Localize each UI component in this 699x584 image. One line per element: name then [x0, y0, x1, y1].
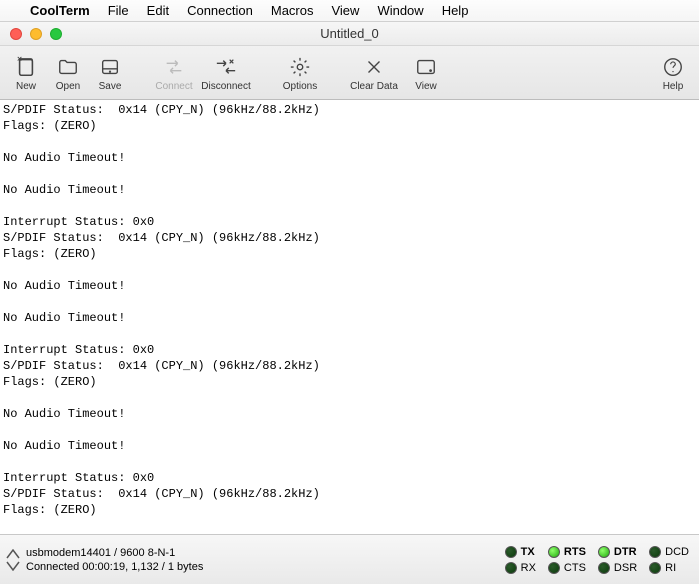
disconnect-label: Disconnect: [201, 81, 250, 92]
connect-icon: [162, 53, 186, 81]
signal-label-ri: RI: [665, 562, 676, 574]
signal-dsr: DSR: [598, 562, 637, 574]
menu-view[interactable]: View: [331, 3, 359, 18]
led-ri: [649, 562, 661, 574]
led-dtr: [598, 546, 610, 558]
signal-ri: RI: [649, 562, 689, 574]
led-dcd: [649, 546, 661, 558]
disk-icon: [99, 53, 121, 81]
window-title: Untitled_0: [320, 26, 379, 41]
help-icon: [662, 53, 684, 81]
signal-dtr: DTR: [598, 546, 637, 558]
menu-file[interactable]: File: [108, 3, 129, 18]
signal-label-dcd: DCD: [665, 546, 689, 558]
options-button[interactable]: Options: [280, 48, 320, 98]
signal-indicators: TX RTS DTR DCD RX CTS DSR RI: [505, 546, 689, 574]
view-button[interactable]: View: [406, 48, 446, 98]
menu-macros[interactable]: Macros: [271, 3, 314, 18]
help-label: Help: [663, 81, 684, 92]
signal-dcd: DCD: [649, 546, 689, 558]
signal-label-rts: RTS: [564, 546, 586, 558]
signal-label-tx: TX: [521, 546, 535, 558]
signal-label-dsr: DSR: [614, 562, 637, 574]
gear-icon: [289, 53, 311, 81]
connect-button[interactable]: Connect: [154, 48, 194, 98]
folder-icon: [57, 53, 79, 81]
new-file-icon: [15, 53, 37, 81]
clear-data-button[interactable]: Clear Data: [344, 48, 404, 98]
led-rx: [505, 562, 517, 574]
save-button[interactable]: Save: [90, 48, 130, 98]
view-label: View: [415, 81, 437, 92]
zoom-button[interactable]: [50, 28, 62, 40]
toolbar: New Open Save Connect Disconnect Options…: [0, 46, 699, 100]
signal-tx: TX: [505, 546, 536, 558]
led-dsr: [598, 562, 610, 574]
save-label: Save: [99, 81, 122, 92]
led-tx: [505, 546, 517, 558]
menu-help[interactable]: Help: [442, 3, 469, 18]
clear-icon: [363, 53, 385, 81]
disconnect-button[interactable]: Disconnect: [196, 48, 256, 98]
open-button[interactable]: Open: [48, 48, 88, 98]
view-icon: [414, 53, 438, 81]
minimize-button[interactable]: [30, 28, 42, 40]
menubar: CoolTerm File Edit Connection Macros Vie…: [0, 0, 699, 22]
open-label: Open: [56, 81, 80, 92]
disconnect-icon: [213, 53, 239, 81]
connect-label: Connect: [155, 81, 192, 92]
port-info: usbmodem14401 / 9600 8-N-1: [26, 547, 203, 559]
new-label: New: [16, 81, 36, 92]
connection-info: usbmodem14401 / 9600 8-N-1 Connected 00:…: [26, 547, 203, 573]
app-menu[interactable]: CoolTerm: [30, 3, 90, 18]
new-button[interactable]: New: [6, 48, 46, 98]
menu-edit[interactable]: Edit: [147, 3, 169, 18]
led-rts: [548, 546, 560, 558]
signal-rts: RTS: [548, 546, 586, 558]
menu-window[interactable]: Window: [377, 3, 423, 18]
menu-connection[interactable]: Connection: [187, 3, 253, 18]
help-button[interactable]: Help: [653, 48, 693, 98]
signal-label-dtr: DTR: [614, 546, 637, 558]
close-button[interactable]: [10, 28, 22, 40]
terminal-output[interactable]: S/PDIF Status: 0x14 (CPY_N) (96kHz/88.2k…: [0, 100, 699, 534]
signal-cts: CTS: [548, 562, 586, 574]
window-titlebar: Untitled_0: [0, 22, 699, 46]
signal-label-rx: RX: [521, 562, 536, 574]
status-bar: usbmodem14401 / 9600 8-N-1 Connected 00:…: [0, 534, 699, 584]
clear-data-label: Clear Data: [350, 81, 398, 92]
signal-label-cts: CTS: [564, 562, 586, 574]
connection-status: Connected 00:00:19, 1,132 / 1 bytes: [26, 561, 203, 573]
connection-indicator-icon: [4, 549, 22, 571]
signal-rx: RX: [505, 562, 536, 574]
options-label: Options: [283, 81, 317, 92]
traffic-lights: [10, 28, 62, 40]
led-cts: [548, 562, 560, 574]
